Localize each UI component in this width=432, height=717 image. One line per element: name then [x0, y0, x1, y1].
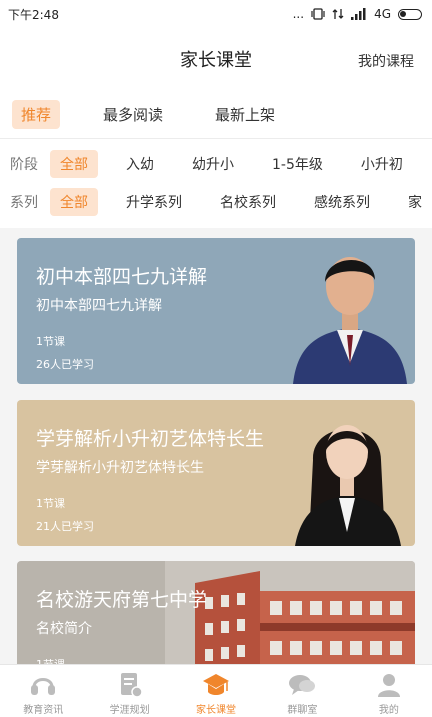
course-card[interactable]: 学芽解析小升初艺体特长生 学芽解析小升初艺体特长生 1节课 21人已学习: [17, 400, 415, 546]
course-title: 名校游天府第七中学: [36, 589, 208, 611]
plan-icon: [120, 673, 143, 698]
user-icon: [377, 674, 400, 697]
nav-item-parent-class[interactable]: 家长课堂: [173, 665, 259, 717]
stage-chip-primary-entry[interactable]: 幼升小: [182, 150, 244, 178]
course-list: 初中本部四七九详解 初中本部四七九详解 1节课 26人已学习 学芽解析小升初艺体…: [0, 228, 432, 664]
stage-chip-all[interactable]: 全部: [50, 150, 98, 178]
nav-label: 家长课堂: [196, 705, 237, 716]
course-card[interactable]: 初中本部四七九详解 初中本部四七九详解 1节课 26人已学习: [17, 238, 415, 384]
series-chip-more[interactable]: 家: [398, 188, 432, 216]
series-chip-admission[interactable]: 升学系列: [116, 188, 192, 216]
nav-item-group-chat[interactable]: 群聊室: [259, 665, 345, 717]
lesson-count: 1节课: [36, 656, 65, 664]
data-transfer-icon: [332, 9, 344, 19]
course-subtitle: 学芽解析小升初艺体特长生: [36, 460, 204, 476]
lesson-count: 1节课: [36, 335, 65, 348]
learner-count: 21人已学习: [36, 520, 94, 533]
divider: [0, 138, 432, 139]
nav-label: 我的: [378, 705, 399, 716]
teacher-photo: [295, 425, 401, 546]
vibrate-icon: [311, 8, 325, 20]
chat-icon: [289, 675, 316, 695]
status-time: 下午2:48: [8, 7, 59, 22]
battery-icon: [398, 8, 422, 20]
tab-most-read[interactable]: 最多阅读: [94, 100, 172, 129]
learner-count: 26人已学习: [36, 358, 94, 371]
page-title: 家长课堂: [180, 50, 252, 71]
nav-item-news[interactable]: 教育资讯: [0, 665, 86, 717]
course-title: 初中本部四七九详解: [36, 266, 208, 288]
nav-label: 学涯规划: [109, 705, 150, 716]
nav-label: 教育资讯: [23, 705, 64, 716]
graduation-cap-icon: [203, 674, 230, 695]
stage-filter-row: 阶段 全部 入幼 幼升小 1-5年级 小升初: [0, 147, 432, 181]
bottom-nav: 教育资讯 学涯规划 家长课堂 群聊室 我的: [0, 664, 432, 717]
status-bar: 下午2:48 ... 4G: [0, 0, 432, 28]
page-header: 家长课堂 我的课程: [0, 28, 432, 90]
course-card[interactable]: 名校游天府第七中学 名校简介 1节课: [17, 561, 415, 664]
tab-newest[interactable]: 最新上架: [206, 100, 284, 129]
course-title: 学芽解析小升初艺体特长生: [36, 428, 265, 450]
stage-chip-grade-1-5[interactable]: 1-5年级: [262, 150, 333, 178]
headset-icon: [31, 678, 56, 695]
nav-item-profile[interactable]: 我的: [346, 665, 432, 717]
school-building-photo: [165, 561, 415, 664]
course-subtitle: 名校简介: [36, 621, 92, 637]
tab-bar: 推荐 最多阅读 最新上架: [0, 94, 432, 134]
series-chip-famous-school[interactable]: 名校系列: [210, 188, 286, 216]
tab-recommended[interactable]: 推荐: [12, 99, 61, 129]
lesson-count: 1节课: [36, 497, 65, 510]
notification-dots: ...: [292, 7, 305, 21]
signal-icon: [351, 8, 366, 20]
stage-filter-label: 阶段: [10, 157, 38, 173]
my-course-link[interactable]: 我的课程: [358, 51, 414, 71]
nav-label: 群聊室: [287, 705, 318, 716]
series-chip-all[interactable]: 全部: [50, 188, 98, 216]
teacher-photo: [293, 257, 407, 384]
series-chip-sensory[interactable]: 感统系列: [304, 188, 380, 216]
course-subtitle: 初中本部四七九详解: [36, 298, 162, 314]
series-filter-label: 系列: [10, 195, 38, 211]
stage-chip-middle-entry[interactable]: 小升初: [351, 150, 413, 178]
series-filter-row: 系列 全部 升学系列 名校系列 感统系列 家: [0, 185, 432, 219]
network-type: 4G: [374, 7, 391, 21]
nav-item-planning[interactable]: 学涯规划: [86, 665, 172, 717]
stage-chip-kindergarten[interactable]: 入幼: [116, 150, 164, 178]
status-icons: ... 4G: [293, 7, 422, 21]
